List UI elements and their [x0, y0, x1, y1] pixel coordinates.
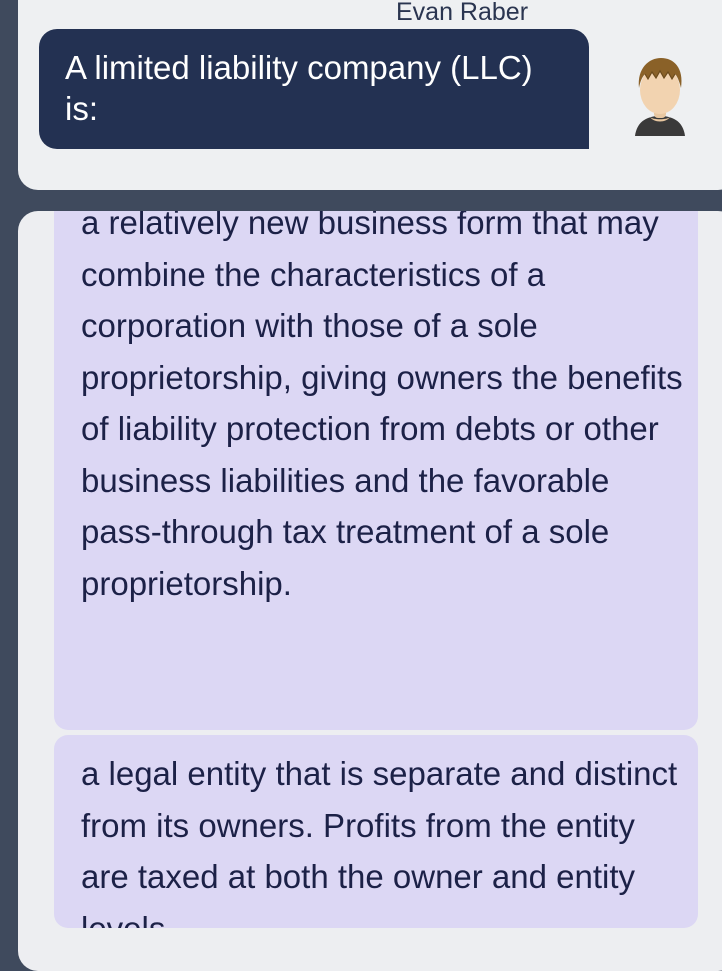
- answer-option-b[interactable]: a legal entity that is separate and dist…: [54, 735, 698, 928]
- author-name: Evan Raber: [396, 0, 529, 26]
- question-text: A limited liability company (LLC) is:: [65, 49, 533, 127]
- user-avatar-icon: [635, 58, 685, 136]
- answers-panel: a relatively new business form that may …: [18, 211, 722, 971]
- answer-option-a[interactable]: a relatively new business form that may …: [54, 211, 698, 730]
- question-bubble: A limited liability company (LLC) is:: [39, 29, 589, 149]
